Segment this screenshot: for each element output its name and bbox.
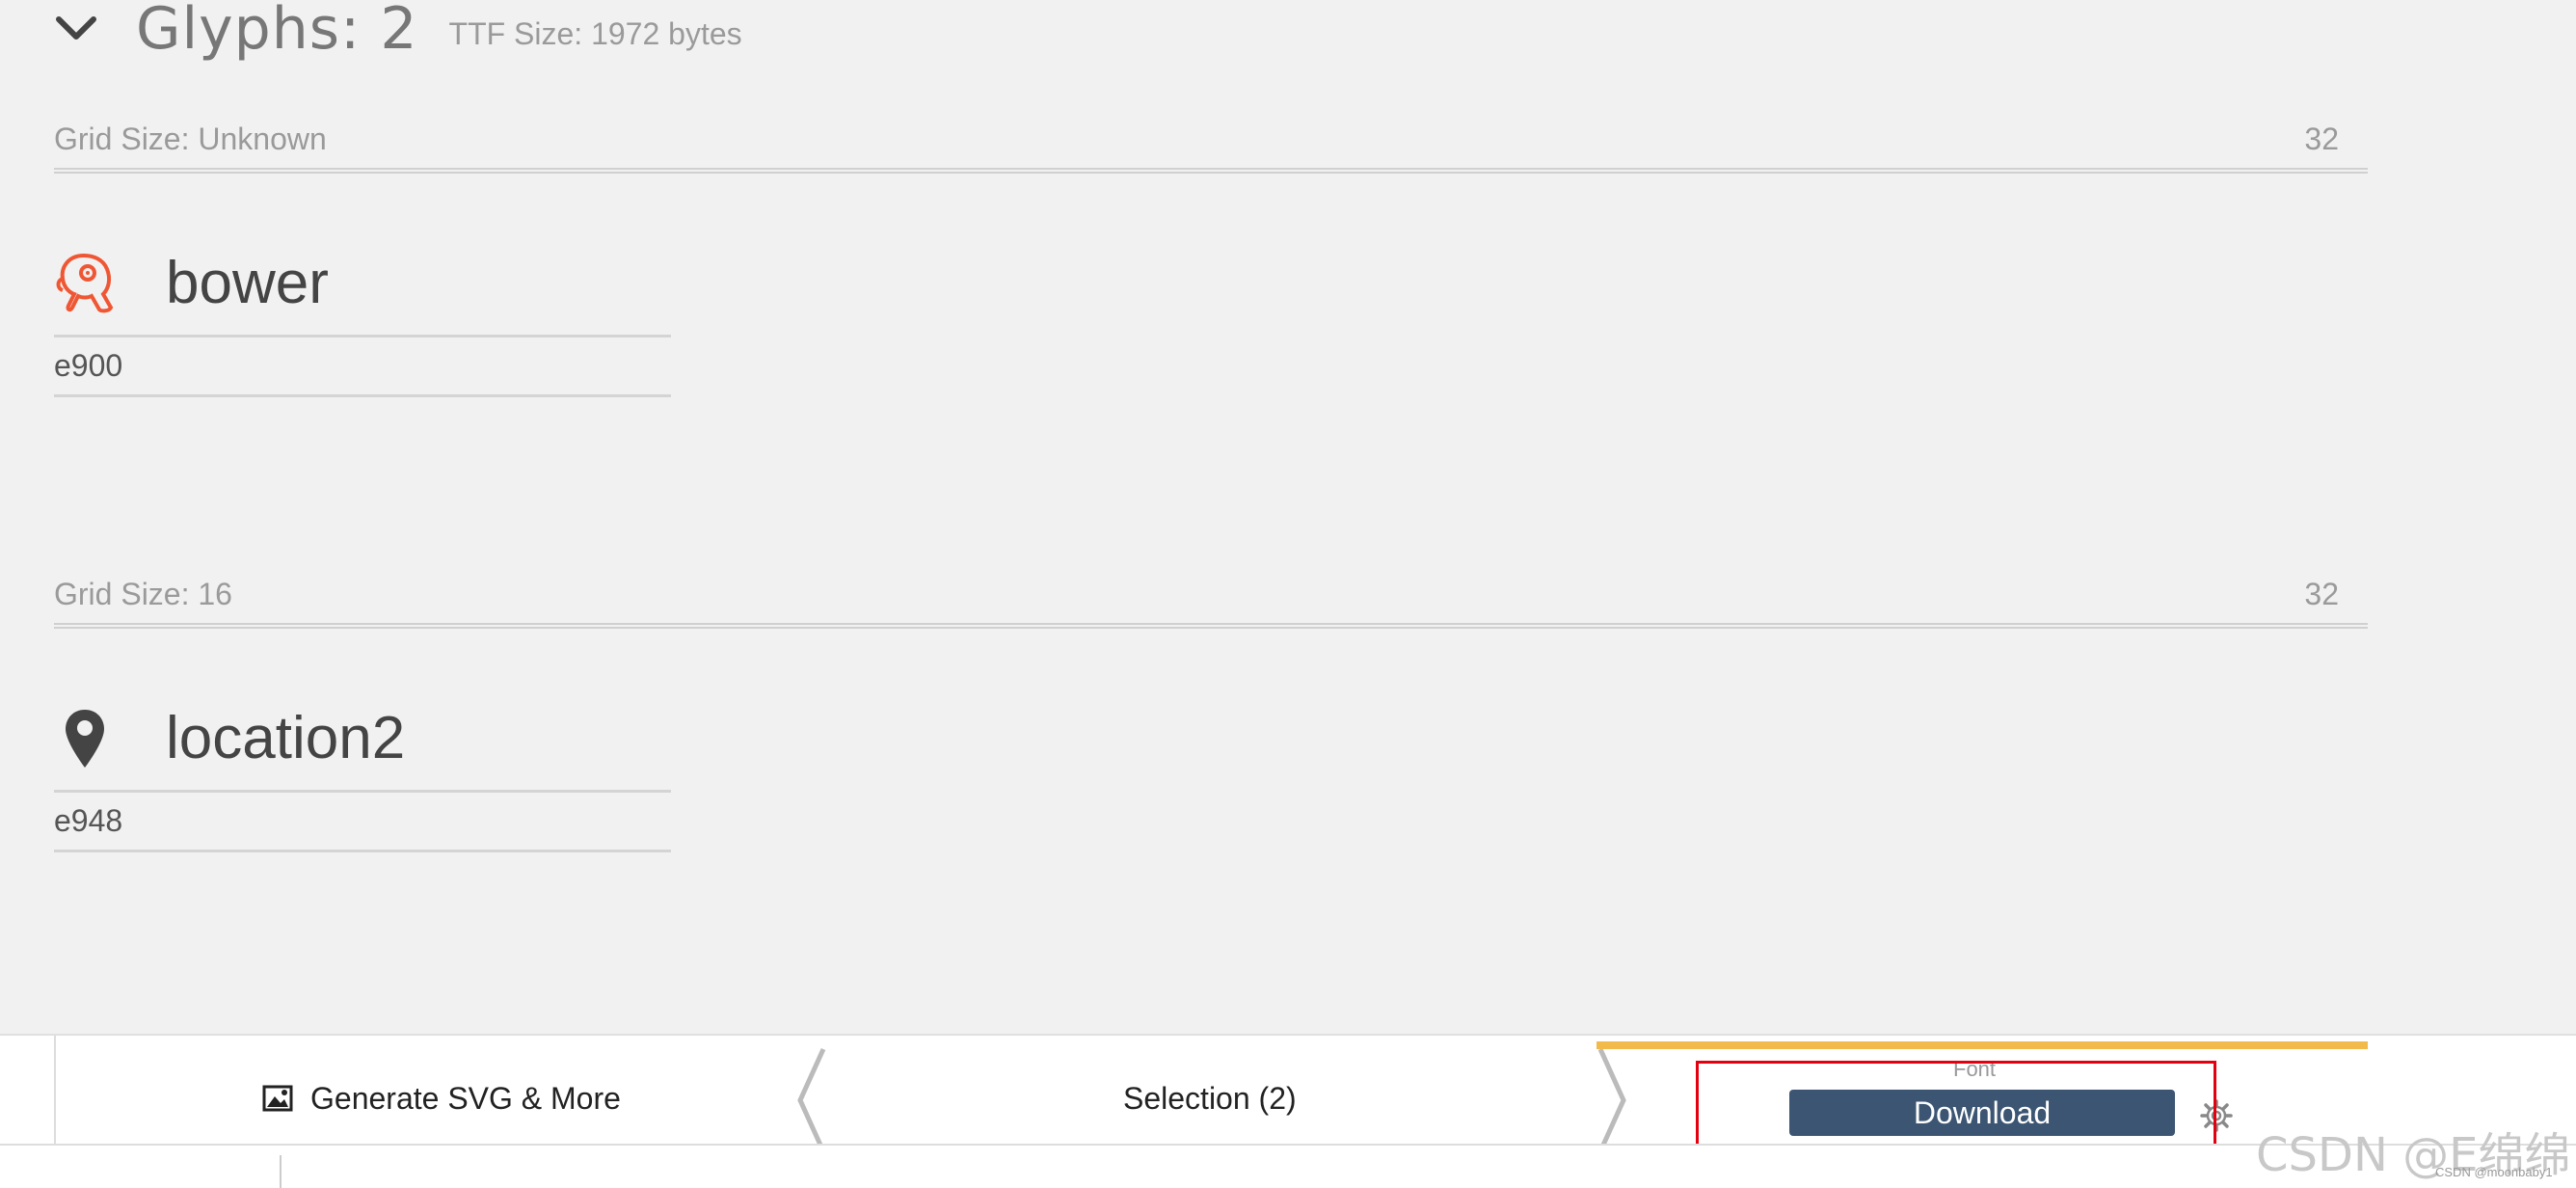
grid-size-label: Grid Size: Unknown — [54, 122, 327, 156]
location-pin-icon — [54, 705, 116, 772]
divider — [280, 1155, 282, 1188]
glyph-name: bower — [166, 250, 329, 316]
glyph-name: location2 — [166, 705, 406, 771]
selection-label: Selection (2) — [1123, 1080, 1297, 1116]
divider — [54, 623, 2368, 629]
divider — [54, 1036, 56, 1147]
bower-icon — [54, 250, 116, 317]
divider — [54, 168, 2368, 174]
glyph-code[interactable]: e900 — [54, 338, 671, 397]
highlight-annotation-box — [1696, 1061, 2216, 1153]
grid-size-value[interactable]: 32 — [2304, 577, 2339, 612]
arrow-separator-icon — [797, 1047, 826, 1153]
grid-size-label: Grid Size: 16 — [54, 577, 232, 611]
glyph-code[interactable]: e948 — [54, 793, 671, 852]
bottom-strip — [0, 1144, 2576, 1188]
watermark-small: CSDN @moonbaby1 — [2435, 1165, 2553, 1179]
grid-size-value[interactable]: 32 — [2304, 122, 2339, 157]
glyph-item[interactable]: location2 e948 — [54, 687, 671, 852]
glyph-item[interactable]: bower e900 — [54, 231, 671, 397]
selection-tab[interactable]: Selection (2) — [1123, 1074, 1297, 1122]
grid-size-header: Grid Size: 16 32 — [54, 577, 2368, 612]
grid-size-header: Grid Size: Unknown 32 — [54, 122, 2368, 157]
glyph-count-title: Glyphs: 2 — [136, 0, 418, 63]
ttf-size-label: TTF Size: 1972 bytes — [448, 15, 742, 51]
generate-svg-button[interactable]: Generate SVG & More — [262, 1074, 621, 1122]
generate-svg-label: Generate SVG & More — [310, 1080, 621, 1116]
image-icon — [262, 1085, 293, 1112]
glyph-set-header: Glyphs: 2 TTF Size: 1972 bytes — [53, 0, 742, 63]
chevron-down-icon[interactable] — [53, 6, 99, 52]
